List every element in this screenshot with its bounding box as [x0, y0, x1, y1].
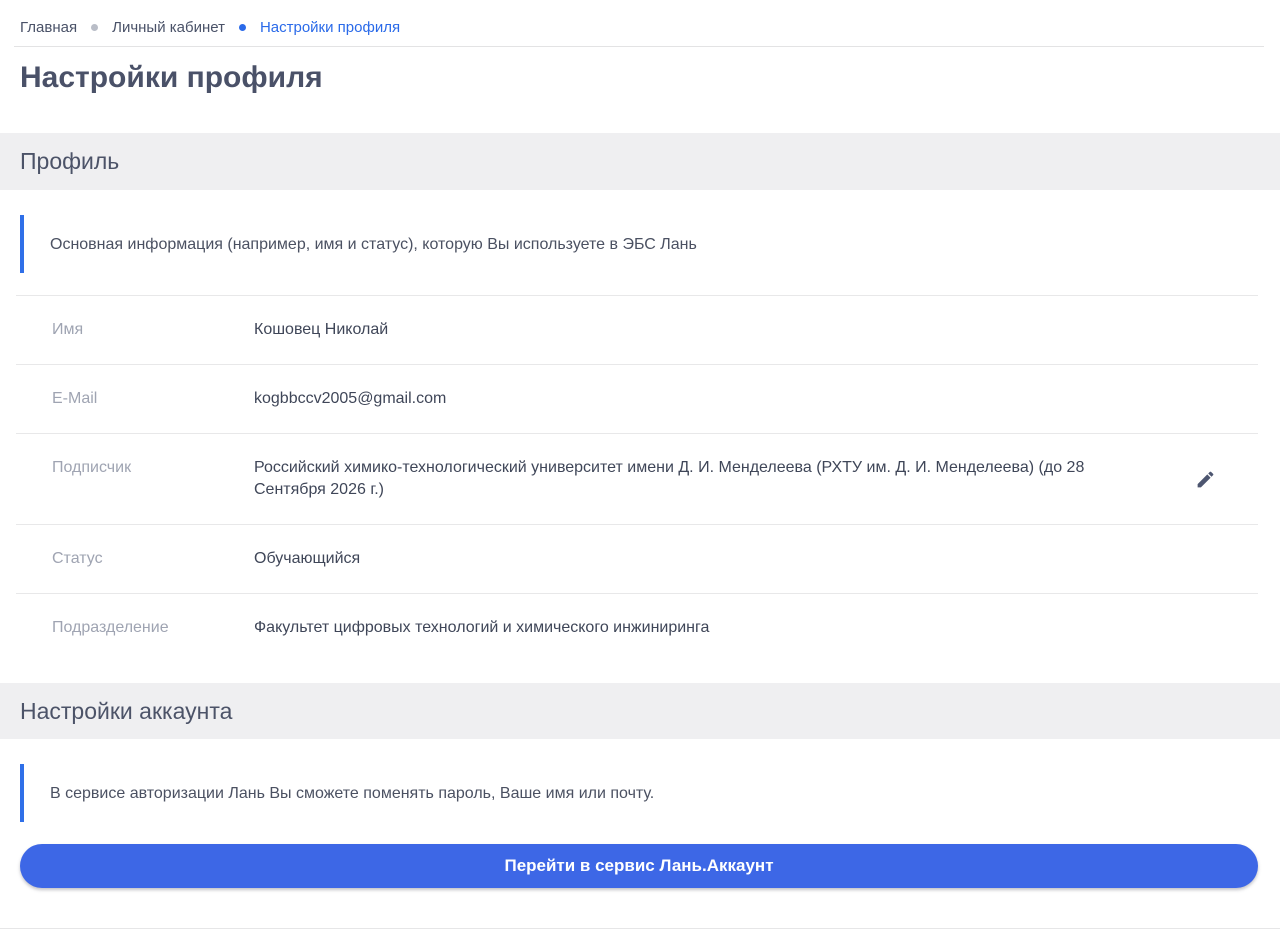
page-title: Настройки профиля: [20, 60, 1258, 96]
profile-info-note-text: Основная информация (например, имя и ста…: [50, 234, 697, 255]
edit-subscriber-button[interactable]: [1191, 465, 1220, 494]
field-label-email: E-Mail: [16, 388, 254, 409]
field-label-department: Подразделение: [16, 617, 254, 638]
field-row-department: Подразделение Факультет цифровых техноло…: [16, 594, 1258, 662]
field-label-name: Имя: [16, 319, 254, 340]
field-row-status: Статус Обучающийся: [16, 525, 1258, 594]
section-title-account: Настройки аккаунта: [20, 698, 232, 725]
breadcrumb-personal-cabinet[interactable]: Личный кабинет: [112, 19, 225, 36]
go-to-lan-account-button[interactable]: Перейти в сервис Лань.Аккаунт: [20, 844, 1258, 888]
section-header-account: Настройки аккаунта: [0, 683, 1280, 739]
field-value-email: kogbbccv2005@gmail.com: [254, 388, 446, 410]
breadcrumb-profile-settings[interactable]: Настройки профиля: [260, 19, 400, 36]
section-title-profile: Профиль: [20, 148, 119, 175]
breadcrumb-separator-dot-active: [239, 24, 246, 31]
field-label-subscriber: Подписчик: [16, 457, 254, 478]
field-label-status: Статус: [16, 548, 254, 569]
breadcrumb: Главная Личный кабинет Настройки профиля: [20, 0, 1258, 36]
profile-info-note: Основная информация (например, имя и ста…: [20, 215, 1258, 273]
field-value-department: Факультет цифровых технологий и химическ…: [254, 617, 709, 639]
account-info-note: В сервисе авторизации Лань Вы сможете по…: [20, 764, 1258, 822]
breadcrumb-separator-dot: [91, 24, 98, 31]
breadcrumb-divider: [14, 46, 1264, 47]
breadcrumb-home[interactable]: Главная: [20, 19, 77, 36]
field-row-subscriber: Подписчик Российский химико-технологичес…: [16, 434, 1258, 525]
pencil-icon: [1195, 469, 1216, 490]
account-info-note-text: В сервисе авторизации Лань Вы сможете по…: [50, 783, 654, 804]
field-row-email: E-Mail kogbbccv2005@gmail.com: [16, 365, 1258, 434]
field-value-status: Обучающийся: [254, 548, 360, 570]
field-value-name: Кошовец Николай: [254, 319, 388, 341]
field-value-subscriber: Российский химико-технологический универ…: [254, 457, 1120, 501]
field-row-name: Имя Кошовец Николай: [16, 296, 1258, 365]
section-header-profile: Профиль: [0, 133, 1280, 190]
profile-field-list: Имя Кошовец Николай E-Mail kogbbccv2005@…: [16, 295, 1258, 662]
